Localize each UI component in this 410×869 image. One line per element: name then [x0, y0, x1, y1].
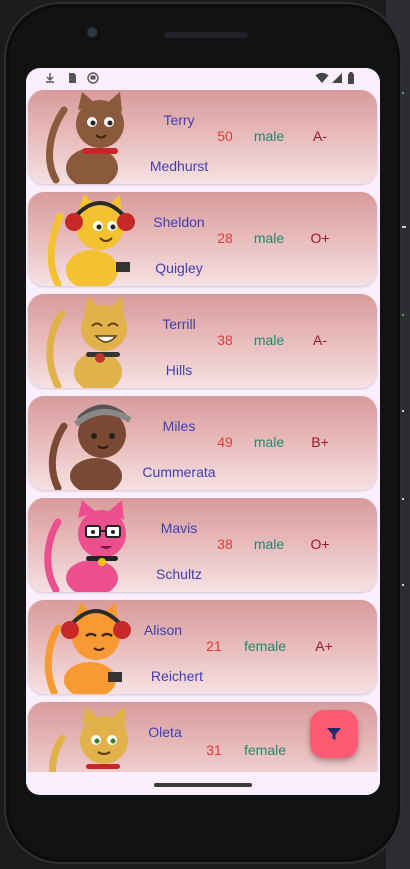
last-name: Medhurst — [149, 158, 209, 174]
person-card[interactable]: Miles Cummerata 49 male B+ — [28, 396, 377, 490]
first-name: Sheldon — [153, 214, 205, 230]
blood-group: B+ — [311, 434, 329, 450]
gesture-navigation-bar — [26, 772, 380, 795]
last-name: Quigley — [155, 260, 203, 276]
person-card[interactable]: Sheldon Quigley 28 male O+ — [28, 192, 377, 286]
last-name: Schultz — [156, 566, 202, 582]
battery-icon — [348, 72, 354, 84]
person-card[interactable]: Terry Medhurst 50 male A- — [28, 90, 377, 184]
gender: male — [253, 536, 285, 552]
first-name: Miles — [162, 418, 196, 434]
first-name: Mavis — [160, 520, 198, 536]
gender: female — [243, 638, 287, 654]
filter-icon — [327, 728, 341, 740]
home-indicator[interactable] — [154, 783, 252, 787]
blood-group: A- — [313, 332, 327, 348]
sd-card-icon — [69, 73, 76, 83]
first-name: Alison — [143, 622, 183, 638]
gender: male — [253, 332, 285, 348]
person-list[interactable]: Terry Medhurst 50 male A- Sheldon Quigle… — [26, 88, 380, 772]
blood-group: O+ — [310, 230, 330, 246]
age: 21 — [206, 638, 222, 654]
shield-icon — [87, 72, 99, 84]
app-screen: Terry Medhurst 50 male A- Sheldon Quigle… — [26, 68, 380, 795]
gender: male — [253, 434, 285, 450]
download-icon — [46, 73, 54, 83]
person-card[interactable]: Terrill Hills 38 male A- — [28, 294, 377, 388]
blood-group: O+ — [310, 536, 330, 552]
blood-group: A- — [313, 128, 327, 144]
wifi-icon — [315, 72, 329, 83]
first-name: Terrill — [162, 316, 196, 332]
last-name: Cummerata — [142, 464, 216, 480]
person-card[interactable]: Mavis Schultz 38 male O+ — [28, 498, 377, 592]
earpiece-speaker — [164, 32, 248, 38]
front-camera — [86, 26, 100, 40]
status-bar — [26, 68, 380, 88]
first-name: Terry — [163, 112, 195, 128]
gender: female — [243, 742, 287, 758]
blood-group: A+ — [315, 638, 333, 654]
last-name: Hills — [165, 362, 193, 378]
person-card[interactable]: Alison Reichert 21 female A+ — [28, 600, 377, 694]
age: 31 — [206, 742, 222, 758]
gender: male — [253, 230, 285, 246]
last-name: Reichert — [150, 668, 204, 684]
filter-button[interactable] — [310, 710, 358, 758]
first-name: Oleta — [148, 724, 182, 740]
gender: male — [253, 128, 285, 144]
signal-icon — [332, 73, 342, 83]
